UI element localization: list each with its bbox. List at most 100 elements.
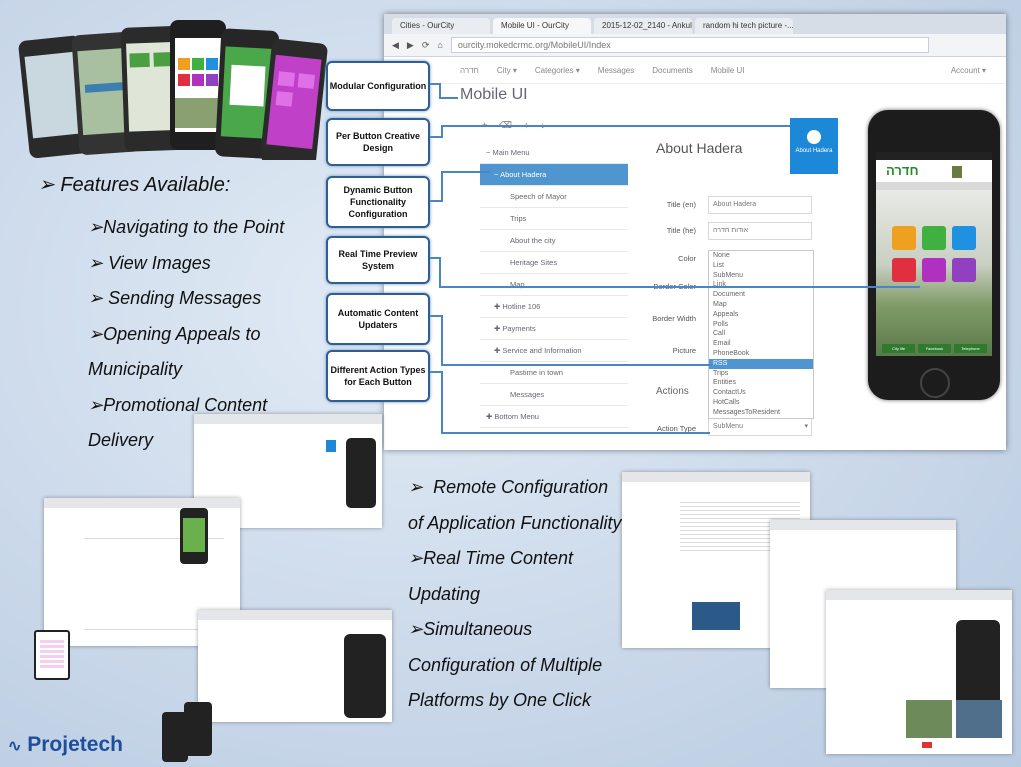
- browser-tabbar: Cities - OurCity Mobile UI - OurCity 201…: [384, 14, 1006, 34]
- phone-tile-button[interactable]: [952, 226, 976, 250]
- listbox-option[interactable]: ContactUs: [709, 388, 813, 398]
- thumbnail-phone: [184, 702, 212, 756]
- up-icon[interactable]: ↑: [524, 120, 541, 130]
- tree-item-label: Hotline 106: [502, 302, 541, 311]
- listbox-option[interactable]: MessagesToResident: [709, 408, 813, 418]
- browser-tab[interactable]: random hi tech picture -...: [695, 18, 793, 34]
- phone-tile-button[interactable]: [922, 226, 946, 250]
- thumbnail-config-b: [198, 610, 392, 722]
- city-crest-icon: [952, 165, 963, 178]
- title-he-label: Title (he): [666, 226, 696, 235]
- phone-bottom-button[interactable]: City life: [882, 344, 915, 353]
- browser-tab[interactable]: Mobile UI - OurCity: [493, 18, 591, 34]
- molecule-icon: ∿: [8, 738, 22, 755]
- listbox-option[interactable]: SubMenu: [709, 271, 813, 281]
- feature-item: ➢Navigating to the Point: [88, 217, 285, 237]
- action-type-select[interactable]: SubMenu ▾: [708, 418, 812, 436]
- nav-item[interactable]: Categories ▾: [535, 66, 580, 75]
- tree-item-label: Bottom Menu: [494, 412, 539, 421]
- forward-icon[interactable]: ▶: [407, 40, 414, 51]
- nav-item-label: Categories: [534, 65, 574, 75]
- tree-item-label: Main Menu: [492, 148, 530, 157]
- listbox-option[interactable]: HotCalls: [709, 398, 813, 408]
- tree-item[interactable]: ✚ Payments: [480, 318, 628, 340]
- listbox-option[interactable]: List: [709, 261, 813, 271]
- listbox-option[interactable]: Polls: [709, 320, 813, 330]
- page-title: Mobile UI: [460, 86, 528, 103]
- nav-item[interactable]: חדרה: [460, 66, 479, 75]
- nav-item[interactable]: Mobile UI: [711, 66, 745, 75]
- preview-button-tile[interactable]: About Hadera: [790, 118, 838, 174]
- tree-item[interactable]: ✚ Hotline 106: [480, 296, 628, 318]
- listbox-option[interactable]: None: [709, 251, 813, 261]
- listbox-option[interactable]: Call: [709, 329, 813, 339]
- chevron-down-icon: ▾: [804, 423, 808, 430]
- phone-bottom-button[interactable]: Telephone: [954, 344, 987, 353]
- feature-item-text: Simultaneous Configuration of Multiple P…: [408, 619, 603, 710]
- nav-item-label: City: [496, 65, 511, 75]
- thumbnail-tile: [326, 440, 336, 452]
- thumbnail-phone: [956, 620, 1000, 708]
- listbox-option[interactable]: Document: [709, 290, 813, 300]
- nav-item[interactable]: City ▾: [497, 66, 517, 75]
- tree-item[interactable]: Heritage Sites: [480, 252, 628, 274]
- browser-tab[interactable]: Cities - OurCity: [392, 18, 490, 34]
- listbox-option[interactable]: Entities: [709, 378, 813, 388]
- tree-item-label: Payments: [502, 324, 536, 333]
- back-icon[interactable]: ◀: [392, 40, 399, 51]
- tree-item[interactable]: Speech of Mayor: [480, 186, 628, 208]
- listbox-option-selected[interactable]: RSS: [709, 358, 813, 369]
- title-en-input[interactable]: About Hadera: [708, 196, 812, 214]
- listbox-option[interactable]: PhoneBook: [709, 349, 813, 359]
- down-icon[interactable]: ↓: [541, 120, 558, 130]
- phone-status-bar: [876, 152, 992, 160]
- tree-item[interactable]: About the city: [480, 230, 628, 252]
- tree-item[interactable]: Trips: [480, 208, 628, 230]
- listbox-option[interactable]: Link: [709, 280, 813, 290]
- listbox-option[interactable]: Map: [709, 300, 813, 310]
- city-logo-text: חדרה: [886, 163, 919, 178]
- reload-icon[interactable]: ⟳: [422, 40, 430, 51]
- browser-tab[interactable]: 2015-12-02_2140 - Ankul...: [594, 18, 692, 34]
- phone-tile-button[interactable]: [892, 258, 916, 282]
- phone-header: חדרה: [876, 160, 992, 182]
- tree-item[interactable]: ✚ Bottom Menu: [480, 406, 628, 428]
- account-label: Account: [950, 65, 980, 75]
- color-label: Color: [678, 254, 696, 263]
- tree-item[interactable]: Messages: [480, 384, 628, 406]
- tree-item[interactable]: ✚ Service and Information: [480, 340, 628, 362]
- tree-item[interactable]: − Main Menu: [480, 142, 628, 164]
- title-he-input[interactable]: אודות חדרה: [708, 222, 812, 240]
- tree-item-selected[interactable]: − About Hadera: [480, 164, 628, 186]
- feature-item-text: Sending Messages: [108, 288, 262, 308]
- nav-item[interactable]: Documents: [652, 66, 692, 75]
- account-menu[interactable]: Account ▾: [951, 66, 986, 75]
- thumbnail-titlebar: [194, 414, 382, 424]
- listbox-option[interactable]: Trips: [709, 369, 813, 379]
- tree-item[interactable]: Pastime in town: [480, 362, 628, 384]
- thumbnail-titlebar: [198, 610, 392, 620]
- phone-tile-button[interactable]: [892, 226, 916, 250]
- url-field[interactable]: ourcity.mokedcrmc.org/MobileUI/Index: [450, 37, 929, 53]
- feature-item: ➢ View Images: [88, 252, 211, 273]
- phone-tile-button[interactable]: [922, 258, 946, 282]
- thumbnail-titlebar: [770, 520, 956, 530]
- phone-tile-button[interactable]: [952, 258, 976, 282]
- phone-bottom-button[interactable]: Facebook: [918, 344, 951, 353]
- thumbnail-phone-screen: [183, 518, 205, 552]
- chat-icon: [807, 130, 821, 144]
- company-logo-text: Projetech: [27, 733, 123, 756]
- tree-item[interactable]: Map: [480, 274, 628, 296]
- thumbnail-image: [692, 602, 740, 630]
- nav-item[interactable]: Messages: [598, 66, 634, 75]
- add-icon[interactable]: +: [482, 120, 499, 130]
- listbox-option[interactable]: Email: [709, 339, 813, 349]
- thumbnail-phone-content: [40, 640, 64, 668]
- action-type-listbox[interactable]: None List SubMenu Link Document Map Appe…: [708, 250, 814, 419]
- listbox-option[interactable]: Appeals: [709, 310, 813, 320]
- phone-screen: חדרה City life Facebook Telephone: [876, 152, 992, 356]
- home-icon[interactable]: ⌂: [437, 40, 442, 50]
- delete-icon[interactable]: ⌫: [499, 120, 524, 130]
- site-nav: חדרה City ▾ Categories ▾ Messages Docume…: [384, 57, 1006, 84]
- thumbnail-titlebar: [44, 498, 240, 508]
